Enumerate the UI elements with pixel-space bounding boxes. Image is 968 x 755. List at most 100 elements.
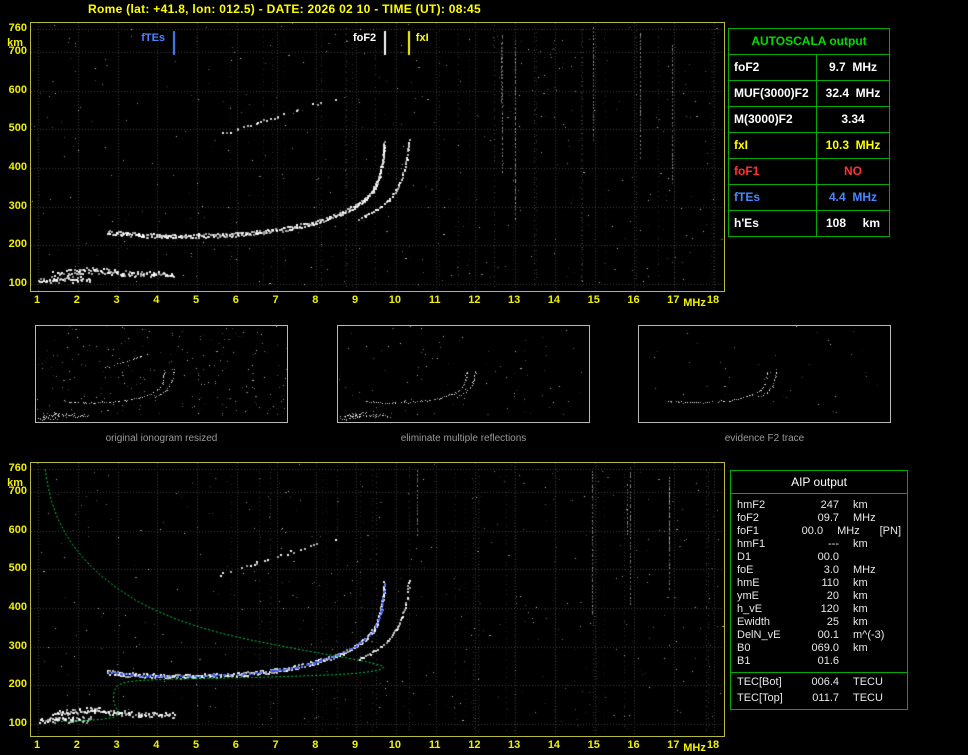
aip-unit: km — [853, 538, 868, 550]
autoscala-output-table: AUTOSCALA output foF2 9.7 MHz MUF(3000)F2 3… — [728, 28, 890, 237]
thumbnail-cleaned-canvas — [338, 326, 589, 422]
x-tick-label: 11 — [428, 739, 441, 751]
x-tick-label: 13 — [508, 294, 521, 306]
autoscala-row: foF1 NO — [729, 159, 889, 185]
aip-output-table: AIP output hmF2 247 km foF2 09.7 MHz foF1 00.0 M… — [730, 470, 908, 710]
y-tick-label: 200 — [8, 238, 27, 251]
aip-label: Ewidth — [737, 616, 771, 628]
x-tick-label: 16 — [627, 739, 640, 751]
aip-row: foF2 09.7 MHz — [731, 512, 907, 525]
autoscala-row: fTEs 4.4 MHz — [729, 185, 889, 211]
aip-value: 00.0 — [817, 551, 839, 563]
x-tick-label: 10 — [388, 294, 401, 306]
y-tick-label: 500 — [8, 562, 27, 575]
x-tick-label: 13 — [508, 739, 521, 751]
aip-label: h_vE — [737, 603, 763, 615]
autoscala-table-title: AUTOSCALA output — [729, 29, 889, 55]
aip-row: TEC[Top] 011.7 TECU — [731, 692, 907, 705]
autoscala-row: M(3000)F2 3.34 — [729, 107, 889, 133]
y-tick-label: 600 — [8, 83, 27, 96]
x-tick-label: 4 — [153, 739, 160, 751]
aip-value: 20 — [826, 590, 839, 602]
x-tick-label: 2 — [73, 739, 80, 751]
x-tick-label: 5 — [192, 739, 200, 751]
thumbnail-cleaned-ionogram — [337, 325, 590, 423]
x-tick-label: 16 — [627, 294, 640, 306]
aip-value: 006.4 — [811, 676, 839, 688]
autoscala-table-body: foF2 9.7 MHz MUF(3000)F2 32.4 MHz M(3000)F2 3… — [729, 55, 889, 236]
aip-label: TEC[Bot] — [737, 676, 782, 688]
aip-label: TEC[Top] — [737, 692, 783, 704]
x-tick-label: 6 — [232, 294, 239, 306]
aip-unit: km — [853, 616, 868, 628]
aip-unit: km — [853, 499, 868, 511]
aip-value: 01.6 — [817, 655, 839, 667]
autoscala-row-value: 10.3 MHz — [825, 138, 881, 152]
x-axis-unit: MHz — [683, 742, 706, 754]
aip-label: ymE — [737, 590, 759, 602]
aip-label: DelN_vE — [737, 629, 781, 641]
aip-value: 069.0 — [811, 642, 839, 654]
x-tick-label: 9 — [352, 739, 359, 751]
aip-value: --- — [828, 538, 839, 550]
x-tick-label: 15 — [587, 739, 600, 751]
aip-row: Ewidth 25 km — [731, 616, 907, 629]
scaled-ionogram-plot: fTEs foF2 fxI — [30, 22, 725, 292]
marker-label-fxi: fxI — [413, 32, 431, 44]
thumbnail-caption-original: original ionogram resized — [105, 433, 218, 444]
autoscala-row-value: NO — [844, 164, 862, 178]
autoscala-row-label: fxI — [729, 133, 817, 158]
y-tick-label: 600 — [8, 523, 27, 536]
thumbnail-caption-f2: evidence F2 trace — [724, 433, 805, 444]
y-tick-label: 100 — [8, 277, 27, 289]
aip-row: TEC[Bot] 006.4 TECU — [731, 672, 907, 692]
x-tick-label: 3 — [113, 294, 120, 306]
x-tick-label: 3 — [113, 739, 120, 751]
aip-row: hmF1 --- km — [731, 538, 907, 551]
aip-value: 120 — [820, 603, 839, 615]
top-plot-y-axis: 760 700 600 500 400 300 200 100 km — [1, 22, 28, 292]
aip-label: B1 — [737, 655, 751, 667]
aip-unit: km — [853, 642, 868, 654]
x-tick-label: 6 — [232, 739, 239, 751]
aip-unit: MHz — [853, 512, 876, 524]
aip-unit: MHz — [853, 564, 876, 576]
bottom-plot-y-axis: 760 700 600 500 400 300 200 100 km — [1, 462, 28, 737]
aip-unit: km — [853, 603, 868, 615]
y-tick-label: 300 — [8, 639, 27, 652]
thumbnail-original-canvas — [36, 326, 287, 422]
x-tick-label: 12 — [468, 294, 481, 306]
x-tick-label: 8 — [312, 739, 319, 751]
x-tick-label: 12 — [468, 739, 481, 751]
aip-label: foF1 — [737, 525, 760, 537]
autoscala-row-label: h'Es — [729, 211, 817, 236]
aip-unit — [853, 551, 901, 564]
bottom-plot-x-axis: 1 2 3 4 5 6 7 8 9 10 11 12 13 14 15 16 17 18 MHz — [30, 739, 740, 754]
y-tick-label: 400 — [8, 160, 27, 173]
x-tick-label: 5 — [192, 294, 200, 306]
x-tick-label: 9 — [352, 294, 359, 306]
aip-row: foF1 00.0 MHz [PN] — [731, 525, 907, 538]
aip-label: hmF2 — [737, 499, 766, 511]
autoscala-row-value: 3.34 — [841, 112, 865, 126]
thumbnail-caption-cleaned: eliminate multiple reflections — [400, 433, 527, 444]
x-tick-label: 14 — [547, 294, 561, 306]
aip-value: 247 — [820, 499, 839, 511]
aip-unit: MHz — [837, 525, 860, 537]
y-axis-unit: km — [7, 476, 23, 489]
autoscala-row-value: 32.4 MHz — [825, 86, 881, 100]
autoscala-row-value: 108 km — [825, 216, 881, 230]
aip-value: 00.0 — [801, 525, 824, 537]
y-tick-label: 100 — [8, 717, 27, 729]
aip-row: ymE 20 km — [731, 590, 907, 603]
aip-unit: km — [853, 590, 868, 602]
y-tick-label: 400 — [8, 600, 27, 613]
page-title: Rome (lat: +41.8, lon: 012.5) - DATE: 20… — [88, 2, 481, 16]
autoscala-row-label: MUF(3000)F2 — [729, 81, 817, 106]
profile-ionogram-plot — [30, 462, 725, 737]
aip-row: h_vE 120 km — [731, 603, 907, 616]
aip-value: 110 — [821, 577, 839, 589]
aip-row: hmE 110 km — [731, 577, 907, 590]
x-tick-label: 7 — [272, 294, 279, 306]
aip-unit: TECU — [853, 676, 883, 688]
